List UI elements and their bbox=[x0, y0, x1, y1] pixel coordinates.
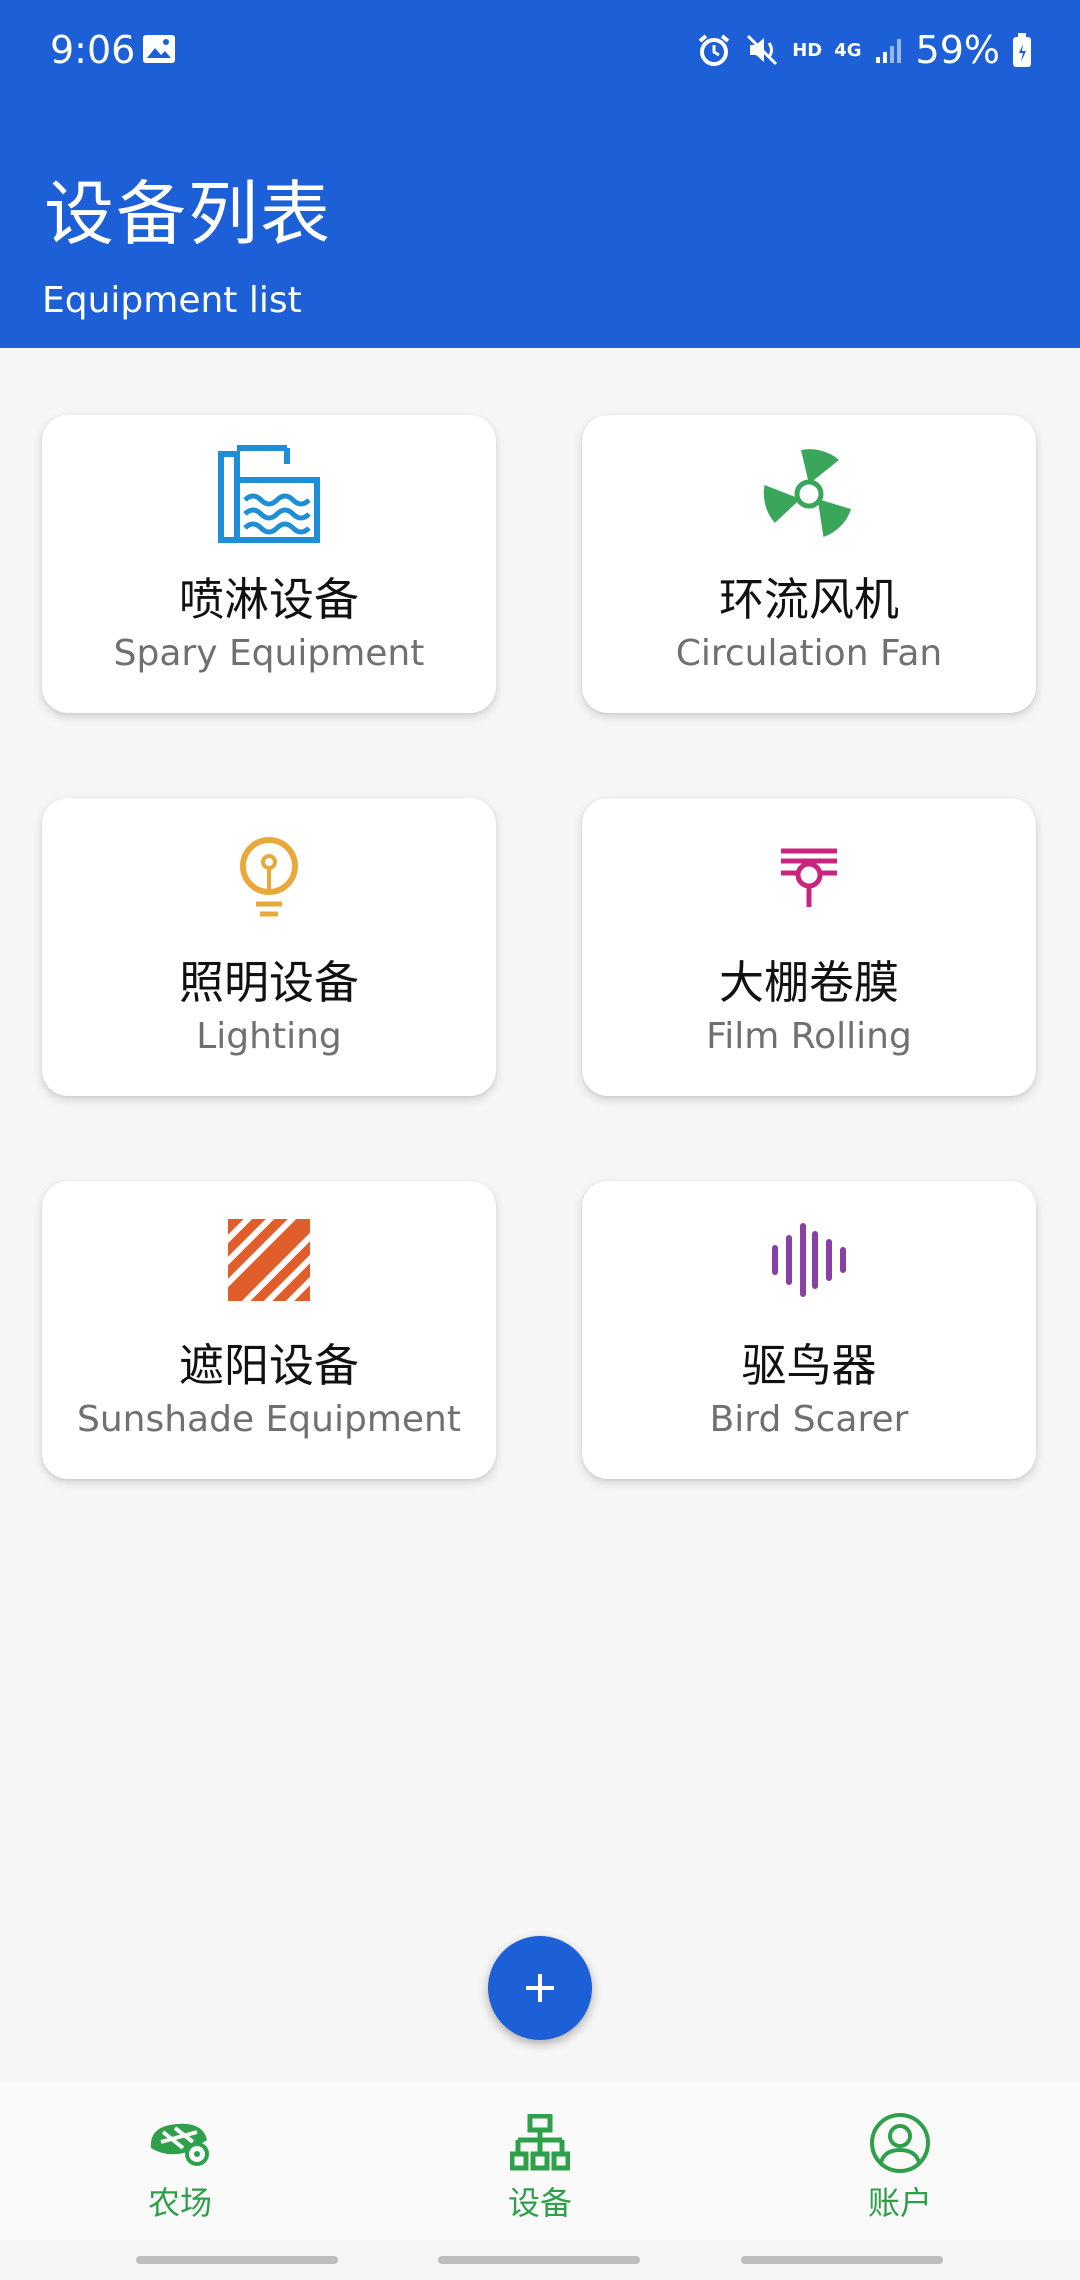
page-title: 设备列表 bbox=[44, 173, 332, 255]
mute-icon bbox=[747, 34, 778, 66]
nav-item-farm[interactable]: 农场 bbox=[80, 2082, 280, 2240]
equipment-name-en: Spary Equipment bbox=[113, 633, 425, 674]
nav-label-devices: 设备 bbox=[507, 2184, 572, 2222]
spray-icon bbox=[214, 439, 324, 549]
network-type: 4G bbox=[834, 39, 862, 61]
equipment-name-en: Sunshade Equipment bbox=[77, 1399, 461, 1440]
equipment-name-en: Circulation Fan bbox=[675, 633, 943, 674]
bottom-navigation: 农场 设备 账户 bbox=[0, 2082, 1080, 2240]
gesture-bar-right[interactable] bbox=[741, 2256, 943, 2264]
equipment-card-lighting[interactable]: 照明设备 Lighting bbox=[42, 798, 496, 1096]
equipment-name-cn: 环流风机 bbox=[718, 573, 899, 626]
equipment-name-cn: 照明设备 bbox=[178, 956, 359, 1009]
sunshade-icon bbox=[214, 1205, 324, 1315]
equipment-name-cn: 喷淋设备 bbox=[178, 573, 359, 626]
hd-indicator: HD bbox=[792, 39, 823, 61]
equipment-card-fan[interactable]: 环流风机 Circulation Fan bbox=[582, 415, 1036, 713]
plus-icon bbox=[526, 1974, 554, 2002]
alarm-icon bbox=[698, 34, 730, 66]
battery-percent: 59% bbox=[915, 28, 1000, 72]
nav-label-account: 账户 bbox=[867, 2184, 932, 2222]
nav-label-farm: 农场 bbox=[147, 2184, 212, 2222]
equipment-name-en: Film Rolling bbox=[706, 1016, 912, 1057]
farm-icon bbox=[147, 2112, 213, 2174]
fan-icon bbox=[754, 439, 864, 549]
gesture-bar-center[interactable] bbox=[438, 2256, 640, 2264]
status-bar: 9:06 HD 4G 59% bbox=[0, 0, 1080, 100]
account-icon bbox=[867, 2112, 933, 2174]
film-rolling-icon bbox=[754, 822, 864, 932]
lightbulb-icon bbox=[214, 822, 324, 932]
sound-wave-icon bbox=[754, 1205, 864, 1315]
nav-item-account[interactable]: 账户 bbox=[800, 2082, 1000, 2240]
equipment-name-cn: 遮阳设备 bbox=[178, 1339, 359, 1392]
app-header: 设备列表 Equipment list bbox=[0, 100, 1080, 348]
equipment-name-en: Lighting bbox=[196, 1016, 342, 1057]
gesture-bar-left[interactable] bbox=[136, 2256, 338, 2264]
equipment-name-cn: 驱鸟器 bbox=[741, 1339, 877, 1392]
device-icon bbox=[507, 2112, 573, 2174]
page-subtitle: Equipment list bbox=[42, 280, 302, 321]
add-device-button[interactable] bbox=[488, 1936, 592, 2040]
equipment-card-spray[interactable]: 喷淋设备 Spary Equipment bbox=[42, 415, 496, 713]
equipment-card-film-rolling[interactable]: 大棚卷膜 Film Rolling bbox=[582, 798, 1036, 1096]
equipment-name-cn: 大棚卷膜 bbox=[718, 956, 899, 1009]
gallery-notification-icon bbox=[143, 35, 175, 63]
equipment-name-en: Bird Scarer bbox=[709, 1399, 909, 1440]
status-icons: HD 4G 59% bbox=[696, 26, 1032, 74]
battery-icon bbox=[1013, 33, 1031, 67]
signal-icon bbox=[875, 39, 901, 63]
equipment-card-bird-scarer[interactable]: 驱鸟器 Bird Scarer bbox=[582, 1181, 1036, 1479]
nav-item-devices[interactable]: 设备 bbox=[440, 2082, 640, 2240]
status-time: 9:06 bbox=[50, 28, 136, 72]
equipment-card-sunshade[interactable]: 遮阳设备 Sunshade Equipment bbox=[42, 1181, 496, 1479]
